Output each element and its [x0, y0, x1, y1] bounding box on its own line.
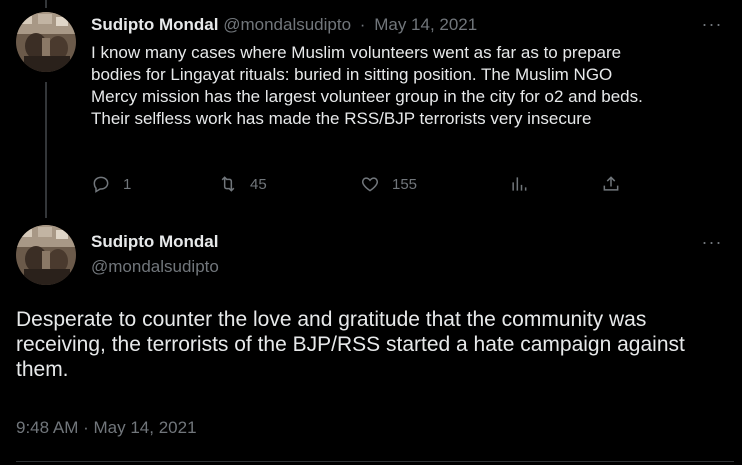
tweet-text-line: Their selfless work has made the RSS/BJP…: [91, 109, 592, 128]
analytics-icon: [512, 177, 527, 191]
tweet-text-line: I know many cases where Muslim volunteer…: [91, 43, 622, 62]
tweet-text-line: receiving, the terrorists of the BJP/RSS…: [16, 333, 685, 356]
heart-icon: [361, 177, 379, 192]
share-icon: [603, 176, 619, 191]
like-count: 155: [392, 175, 418, 193]
tweet-thread: Sudipto Mondal @mondalsudipto · May 14, …: [0, 0, 742, 465]
author-name[interactable]: Sudipto Mondal: [91, 231, 218, 253]
avatar[interactable]: [16, 12, 76, 72]
like-button[interactable]: 155: [360, 172, 417, 196]
tweet-timestamp[interactable]: 9:48 AM · May 14, 2021: [16, 417, 197, 439]
tweet-date[interactable]: May 14, 2021: [374, 15, 477, 34]
tweet-text: Desperate to counter the love and gratit…: [16, 307, 731, 382]
tweet-text-line: Desperate to counter the love and gratit…: [16, 308, 647, 331]
tweet-text-line: bodies for Lingayat rituals: buried in s…: [91, 65, 613, 84]
tweet-text-line: them.: [16, 358, 69, 381]
author-handle[interactable]: @mondalsudipto: [223, 15, 351, 34]
reply-count: 1: [123, 175, 132, 193]
author-handle[interactable]: @mondalsudipto: [91, 256, 219, 278]
tweet-text: I know many cases where Muslim volunteer…: [91, 42, 731, 130]
avatar[interactable]: [16, 225, 76, 285]
author-name[interactable]: Sudipto Mondal: [91, 15, 218, 34]
tweet-actions: 1 45 155: [91, 172, 631, 196]
tweet-header: Sudipto Mondal @mondalsudipto · May 14, …: [91, 14, 477, 36]
retweet-button[interactable]: 45: [218, 172, 267, 196]
avatar-image: [16, 12, 76, 72]
tweet-time: 9:48 AM: [16, 418, 79, 437]
more-options-icon[interactable]: ···: [698, 15, 726, 37]
retweet-icon: [221, 176, 235, 192]
retweet-count: 45: [250, 175, 267, 193]
share-button[interactable]: [601, 172, 621, 196]
thread-connector: [45, 0, 47, 8]
separator: ·: [359, 15, 366, 34]
reply-button[interactable]: 1: [91, 172, 131, 196]
tweet-text-line: Mercy mission has the largest volunteer …: [91, 87, 643, 106]
thread-connector: [45, 82, 47, 218]
more-options-icon[interactable]: ···: [698, 233, 726, 255]
analytics-button[interactable]: [509, 172, 529, 196]
divider: [16, 461, 734, 462]
separator: ·: [83, 418, 89, 437]
reply-icon: [93, 176, 109, 193]
avatar-image: [16, 225, 76, 285]
tweet-date: May 14, 2021: [93, 418, 197, 437]
